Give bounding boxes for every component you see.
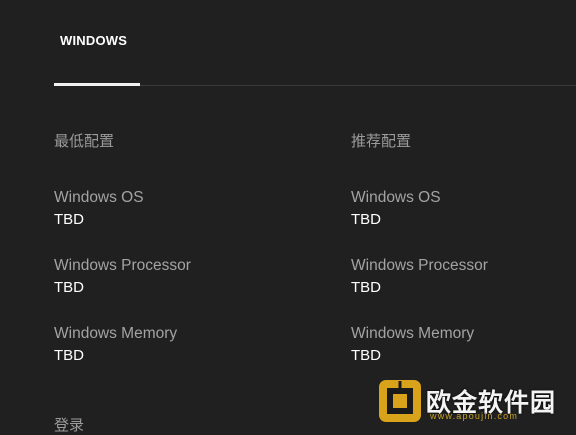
rec-spec-processor: Windows Processor TBD bbox=[351, 256, 488, 298]
minimum-requirements-column: 最低配置 Windows OS TBD Windows Processor TB… bbox=[54, 132, 191, 364]
rec-spec-memory: Windows Memory TBD bbox=[351, 324, 474, 366]
spec-label: Windows Memory bbox=[351, 325, 475, 342]
min-spec-processor: Windows Processor TBD bbox=[54, 256, 191, 298]
login-label[interactable]: 登录 bbox=[54, 414, 84, 435]
recommended-requirements-column: 推荐配置 Windows OS TBD Windows Processor TB… bbox=[351, 132, 488, 364]
spec-label: Windows OS bbox=[351, 189, 441, 206]
active-tab-indicator bbox=[54, 83, 140, 86]
spec-value: TBD bbox=[54, 279, 84, 296]
platform-tabs: WINDOWS bbox=[54, 0, 576, 86]
min-spec-os: Windows OS TBD bbox=[54, 188, 144, 230]
tab-windows[interactable]: WINDOWS bbox=[54, 0, 140, 86]
spec-label: Windows Memory bbox=[54, 325, 178, 342]
spec-value: TBD bbox=[54, 347, 84, 364]
spec-label: Windows OS bbox=[54, 189, 144, 206]
recommended-requirements-header: 推荐配置 bbox=[351, 133, 412, 150]
spec-value: TBD bbox=[54, 211, 84, 228]
min-spec-memory: Windows Memory TBD bbox=[54, 324, 177, 366]
watermark-logo-icon bbox=[379, 380, 421, 422]
tabs-divider bbox=[140, 85, 576, 86]
spec-value: TBD bbox=[351, 347, 381, 364]
watermark: 欧金软件园 www.apoujin.com bbox=[376, 376, 576, 426]
rec-spec-os: Windows OS TBD bbox=[351, 188, 441, 230]
minimum-requirements-header: 最低配置 bbox=[54, 133, 115, 150]
spec-label: Windows Processor bbox=[351, 257, 488, 274]
spec-label: Windows Processor bbox=[54, 257, 191, 274]
tab-windows-label: WINDOWS bbox=[60, 33, 128, 48]
watermark-url: www.apoujin.com bbox=[430, 411, 519, 421]
spec-value: TBD bbox=[351, 211, 381, 228]
spec-value: TBD bbox=[351, 279, 381, 296]
